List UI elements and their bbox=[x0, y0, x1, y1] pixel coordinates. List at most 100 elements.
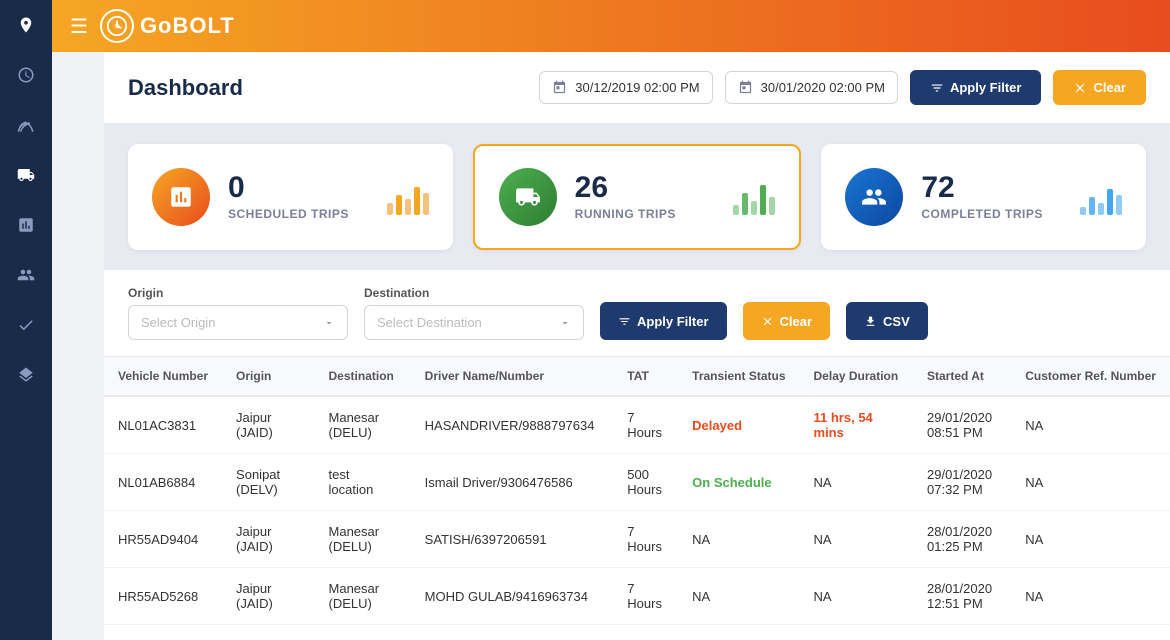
stats-row: 0 SCHEDULED TRIPS 26 RUNNING TRIPS bbox=[104, 124, 1170, 270]
download-icon bbox=[864, 315, 877, 328]
col-status: Transient Status bbox=[678, 357, 799, 396]
cell-driver: SATISH/6397206591 bbox=[411, 511, 614, 568]
cell-origin: Sonipat (DELV) bbox=[222, 454, 314, 511]
date-to-box[interactable]: 30/01/2020 02:00 PM bbox=[725, 71, 898, 104]
completed-info: 72 COMPLETED TRIPS bbox=[921, 173, 1062, 221]
running-chart bbox=[733, 179, 775, 215]
cell-destination: Manesar (DELU) bbox=[315, 396, 411, 454]
cell-status: NA bbox=[678, 568, 799, 625]
cell-destination: Manesar (DELU) bbox=[315, 511, 411, 568]
cell-driver: MOHD GULAB/9416963734 bbox=[411, 568, 614, 625]
destination-select[interactable]: Select Destination bbox=[364, 305, 584, 340]
scheduled-info: 0 SCHEDULED TRIPS bbox=[228, 173, 369, 221]
cell-delay: NA bbox=[800, 454, 913, 511]
cell-delay: NA bbox=[800, 511, 913, 568]
destination-filter-group: Destination Select Destination bbox=[364, 286, 584, 340]
running-icon bbox=[499, 168, 557, 226]
table-row: HV23F56790 Jamalpur (NCRX) Manesar (DELU… bbox=[104, 625, 1170, 640]
cell-tat: 500 Hours bbox=[613, 454, 678, 511]
trips-table: Vehicle Number Origin Destination Driver… bbox=[104, 357, 1170, 640]
cell-vehicle: HR55AD9404 bbox=[104, 511, 222, 568]
sidebar bbox=[0, 0, 52, 640]
cell-tat: 7 Hours bbox=[613, 568, 678, 625]
csv-button[interactable]: CSV bbox=[846, 302, 928, 340]
cell-driver: HASANDRIVER/9888797634 bbox=[411, 396, 614, 454]
cell-driver: Ismail Driver/9306476586 bbox=[411, 454, 614, 511]
scheduled-icon bbox=[152, 168, 210, 226]
clear-icon-sm bbox=[761, 315, 774, 328]
date-from-box[interactable]: 30/12/2019 02:00 PM bbox=[539, 71, 712, 104]
sidebar-item-truck[interactable] bbox=[0, 150, 52, 200]
page-title: Dashboard bbox=[128, 75, 539, 101]
cell-driver: NARESH CHANDRA DRIVER/70076... bbox=[411, 625, 614, 640]
col-ref: Customer Ref. Number bbox=[1011, 357, 1170, 396]
sidebar-item-waves[interactable] bbox=[0, 100, 52, 150]
clear-button[interactable]: Clear bbox=[1053, 70, 1146, 105]
chevron-down-icon bbox=[323, 317, 335, 329]
table-row: NL01AC3831 Jaipur (JAID) Manesar (DELU) … bbox=[104, 396, 1170, 454]
cell-vehicle: NL01AB6884 bbox=[104, 454, 222, 511]
date-filter: 30/12/2019 02:00 PM 30/01/2020 02:00 PM … bbox=[539, 70, 1146, 105]
cell-started: 28/01/2020 01:25 PM bbox=[913, 511, 1011, 568]
cell-destination: Manesar (DELU) bbox=[315, 625, 411, 640]
table-row: NL01AB6884 Sonipat (DELV) test location … bbox=[104, 454, 1170, 511]
filter-row: Origin Select Origin Destination Select … bbox=[104, 270, 1170, 357]
clear-icon bbox=[1073, 81, 1087, 95]
sidebar-item-location[interactable] bbox=[0, 0, 52, 50]
cell-started: 28/01/2020 12:51 PM bbox=[913, 568, 1011, 625]
cell-delay: NA bbox=[800, 625, 913, 640]
origin-select[interactable]: Select Origin bbox=[128, 305, 348, 340]
cell-status: NA bbox=[678, 625, 799, 640]
cell-status: On Schedule bbox=[678, 454, 799, 511]
col-driver: Driver Name/Number bbox=[411, 357, 614, 396]
cell-started: 29/01/2020 07:32 PM bbox=[913, 454, 1011, 511]
apply-filter-button[interactable]: Apply Filter bbox=[910, 70, 1042, 105]
cell-ref: NA bbox=[1011, 625, 1170, 640]
cell-ref: NA bbox=[1011, 396, 1170, 454]
scheduled-count: 0 bbox=[228, 173, 369, 203]
origin-label: Origin bbox=[128, 286, 348, 300]
cell-vehicle: HR55AD5268 bbox=[104, 568, 222, 625]
cell-ref: NA bbox=[1011, 511, 1170, 568]
cell-delay: NA bbox=[800, 568, 913, 625]
cell-tat: 7 Hours bbox=[613, 511, 678, 568]
col-started: Started At bbox=[913, 357, 1011, 396]
sidebar-item-chart[interactable] bbox=[0, 200, 52, 250]
col-destination: Destination bbox=[315, 357, 411, 396]
date-to-value: 30/01/2020 02:00 PM bbox=[761, 80, 885, 95]
main-content: ☰ GoBOLT Dashboard 30/12/2019 02:00 PM 3… bbox=[104, 52, 1170, 640]
running-count: 26 bbox=[575, 173, 716, 203]
cell-started: 27/01/2020 05:53 PM bbox=[913, 625, 1011, 640]
chevron-down-icon-dest bbox=[559, 317, 571, 329]
origin-filter-group: Origin Select Origin bbox=[128, 286, 348, 340]
sidebar-item-clock[interactable] bbox=[0, 50, 52, 100]
destination-label: Destination bbox=[364, 286, 584, 300]
filter-icon-sm bbox=[618, 315, 631, 328]
sidebar-item-layers[interactable] bbox=[0, 350, 52, 400]
completed-icon bbox=[845, 168, 903, 226]
cell-status: NA bbox=[678, 511, 799, 568]
cell-tat: 7 Hours bbox=[613, 396, 678, 454]
cell-origin: Jaipur (JAID) bbox=[222, 568, 314, 625]
table-row: HR55AD5268 Jaipur (JAID) Manesar (DELU) … bbox=[104, 568, 1170, 625]
sidebar-item-check[interactable] bbox=[0, 300, 52, 350]
running-info: 26 RUNNING TRIPS bbox=[575, 173, 716, 221]
apply-filter-sm-button[interactable]: Apply Filter bbox=[600, 302, 727, 340]
cell-started: 29/01/2020 08:51 PM bbox=[913, 396, 1011, 454]
running-label: RUNNING TRIPS bbox=[575, 207, 716, 221]
completed-label: COMPLETED TRIPS bbox=[921, 207, 1062, 221]
table-row: HR55AD9404 Jaipur (JAID) Manesar (DELU) … bbox=[104, 511, 1170, 568]
cell-vehicle: NL01AC3831 bbox=[104, 396, 222, 454]
dashboard-header: Dashboard 30/12/2019 02:00 PM 30/01/2020… bbox=[104, 52, 1170, 124]
col-tat: TAT bbox=[613, 357, 678, 396]
cell-destination: Manesar (DELU) bbox=[315, 568, 411, 625]
running-trips-card: 26 RUNNING TRIPS bbox=[473, 144, 802, 250]
sidebar-item-flow[interactable] bbox=[0, 250, 52, 300]
cell-destination: test location bbox=[315, 454, 411, 511]
cell-origin: Jaipur (JAID) bbox=[222, 396, 314, 454]
cell-origin: Jamalpur (NCRX) bbox=[222, 625, 314, 640]
cell-ref: NA bbox=[1011, 454, 1170, 511]
clear-sm-button[interactable]: Clear bbox=[743, 302, 831, 340]
cell-vehicle: HV23F56790 bbox=[104, 625, 222, 640]
cell-ref: NA bbox=[1011, 568, 1170, 625]
